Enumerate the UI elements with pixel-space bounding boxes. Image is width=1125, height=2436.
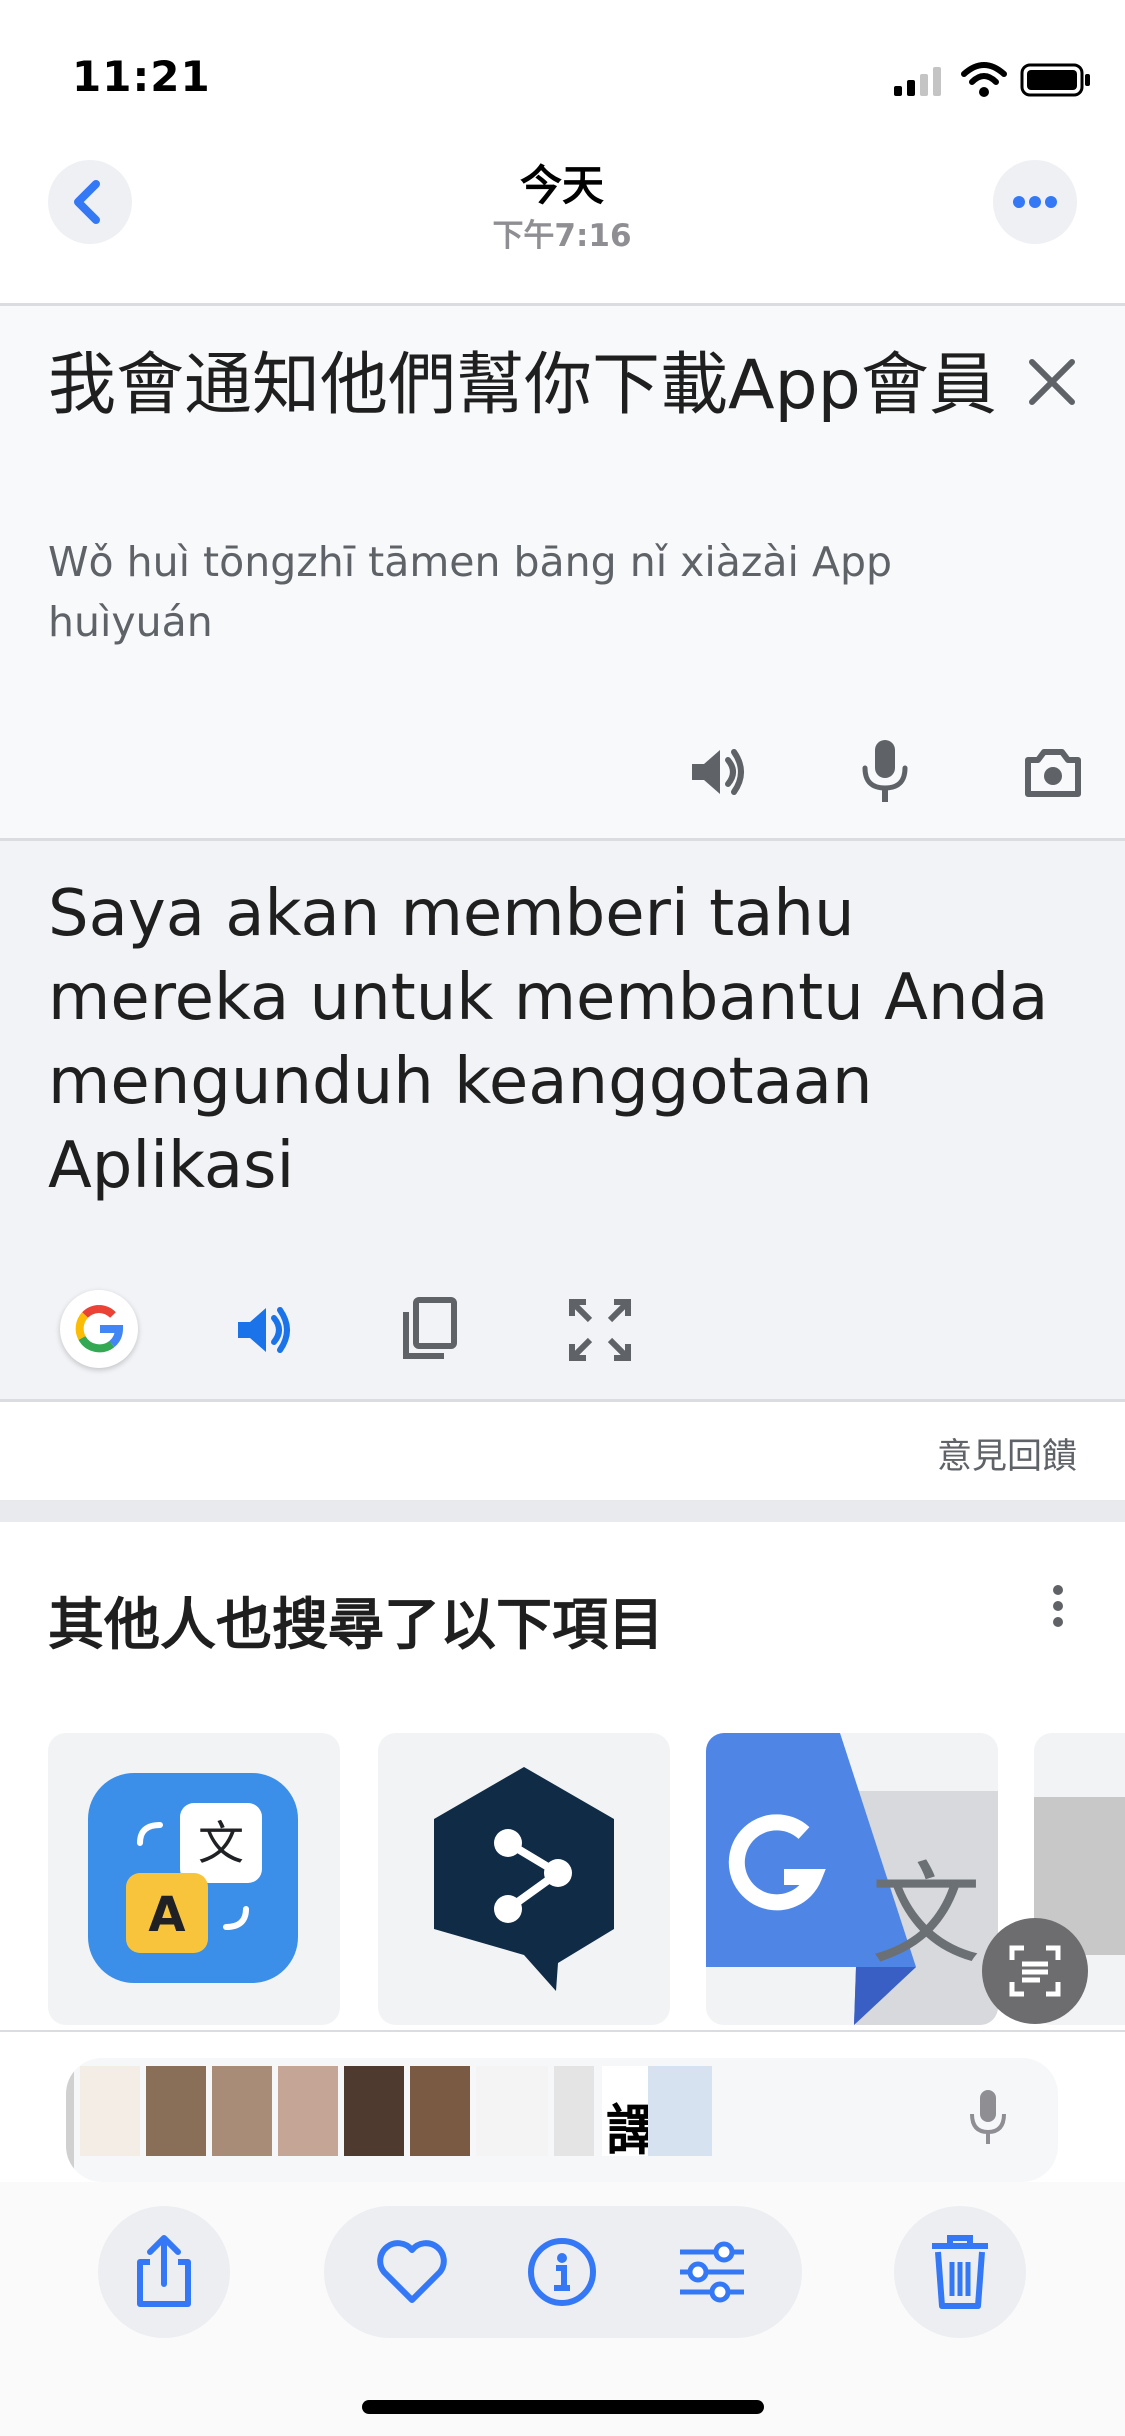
page-subtitle: 下午7:16	[492, 218, 632, 254]
thumbnail[interactable]	[66, 2058, 74, 2182]
romanization-text: Wǒ huì tōngzhī tāmen bāng nǐ xiàzài App …	[48, 538, 893, 646]
thumbnail[interactable]	[410, 2066, 470, 2156]
source-text[interactable]: 我會通知他們幫你下載App會員	[48, 340, 1008, 432]
google-logo-button[interactable]	[60, 1290, 138, 1368]
back-chevron-icon	[74, 180, 100, 224]
section-separator	[0, 1500, 1125, 1522]
heart-icon[interactable]	[374, 2240, 450, 2306]
svg-text:文: 文	[871, 1851, 981, 1979]
feedback-link[interactable]: 意見回饋	[937, 1428, 1077, 1479]
delete-button[interactable]	[894, 2206, 1026, 2338]
camera-icon[interactable]	[1022, 742, 1084, 802]
status-time: 11:21	[72, 52, 211, 101]
more-button[interactable]	[993, 160, 1077, 244]
fullscreen-icon[interactable]	[568, 1298, 632, 1362]
copy-icon[interactable]	[400, 1296, 460, 1362]
home-indicator	[362, 2400, 764, 2414]
live-text-icon	[1009, 1945, 1061, 1997]
menu-dots-icon[interactable]	[1046, 1584, 1070, 1628]
svg-text:A: A	[148, 1887, 185, 1943]
wifi-icon	[961, 62, 1007, 97]
thumbnail[interactable]	[212, 2066, 272, 2156]
divider	[0, 1399, 1125, 1402]
trash-icon	[932, 2235, 988, 2309]
thumbnail[interactable]	[80, 2066, 140, 2156]
page-title: 今天	[519, 161, 604, 210]
close-icon[interactable]	[1024, 354, 1080, 410]
more-icon	[1013, 196, 1057, 208]
share-icon	[137, 2235, 191, 2307]
thumbnail[interactable]	[476, 2066, 548, 2156]
photo-thumbnail-strip[interactable]: 譯	[66, 2058, 1058, 2182]
speaker-icon[interactable]	[686, 740, 750, 804]
related-item-translate-app[interactable]: 文 A	[48, 1733, 340, 2025]
mic-icon[interactable]	[858, 738, 912, 806]
thumbnail[interactable]	[278, 2066, 338, 2156]
speaker-icon[interactable]	[232, 1298, 296, 1362]
thumbnail[interactable]	[344, 2066, 404, 2156]
related-item-google-translate[interactable]: 文	[706, 1733, 998, 2025]
svg-text:文: 文	[198, 1816, 244, 1870]
cellular-signal-icon	[894, 66, 944, 96]
related-item-deepl[interactable]	[378, 1733, 670, 2025]
mic-icon[interactable]	[968, 2088, 1008, 2148]
deepl-icon	[434, 1767, 614, 1991]
divider	[0, 2030, 1125, 2032]
translated-text[interactable]: Saya akan memberi tahu mereka untuk memb…	[48, 872, 1078, 1208]
thumbnail[interactable]	[554, 2066, 594, 2156]
back-button[interactable]	[48, 160, 132, 244]
related-searches-title: 其他人也搜尋了以下項目	[48, 1593, 664, 1658]
thumbnail[interactable]	[648, 2066, 712, 2156]
battery-icon	[1020, 63, 1090, 97]
google-translate-icon: 文	[706, 1733, 998, 2025]
adjust-icon[interactable]	[676, 2238, 748, 2306]
live-text-button[interactable]	[982, 1918, 1088, 2024]
share-button[interactable]	[98, 2206, 230, 2338]
google-logo-icon	[75, 1305, 124, 1353]
thumbnail[interactable]	[146, 2066, 206, 2156]
translate-app-icon: 文 A	[88, 1773, 298, 1983]
info-icon[interactable]	[526, 2236, 598, 2308]
